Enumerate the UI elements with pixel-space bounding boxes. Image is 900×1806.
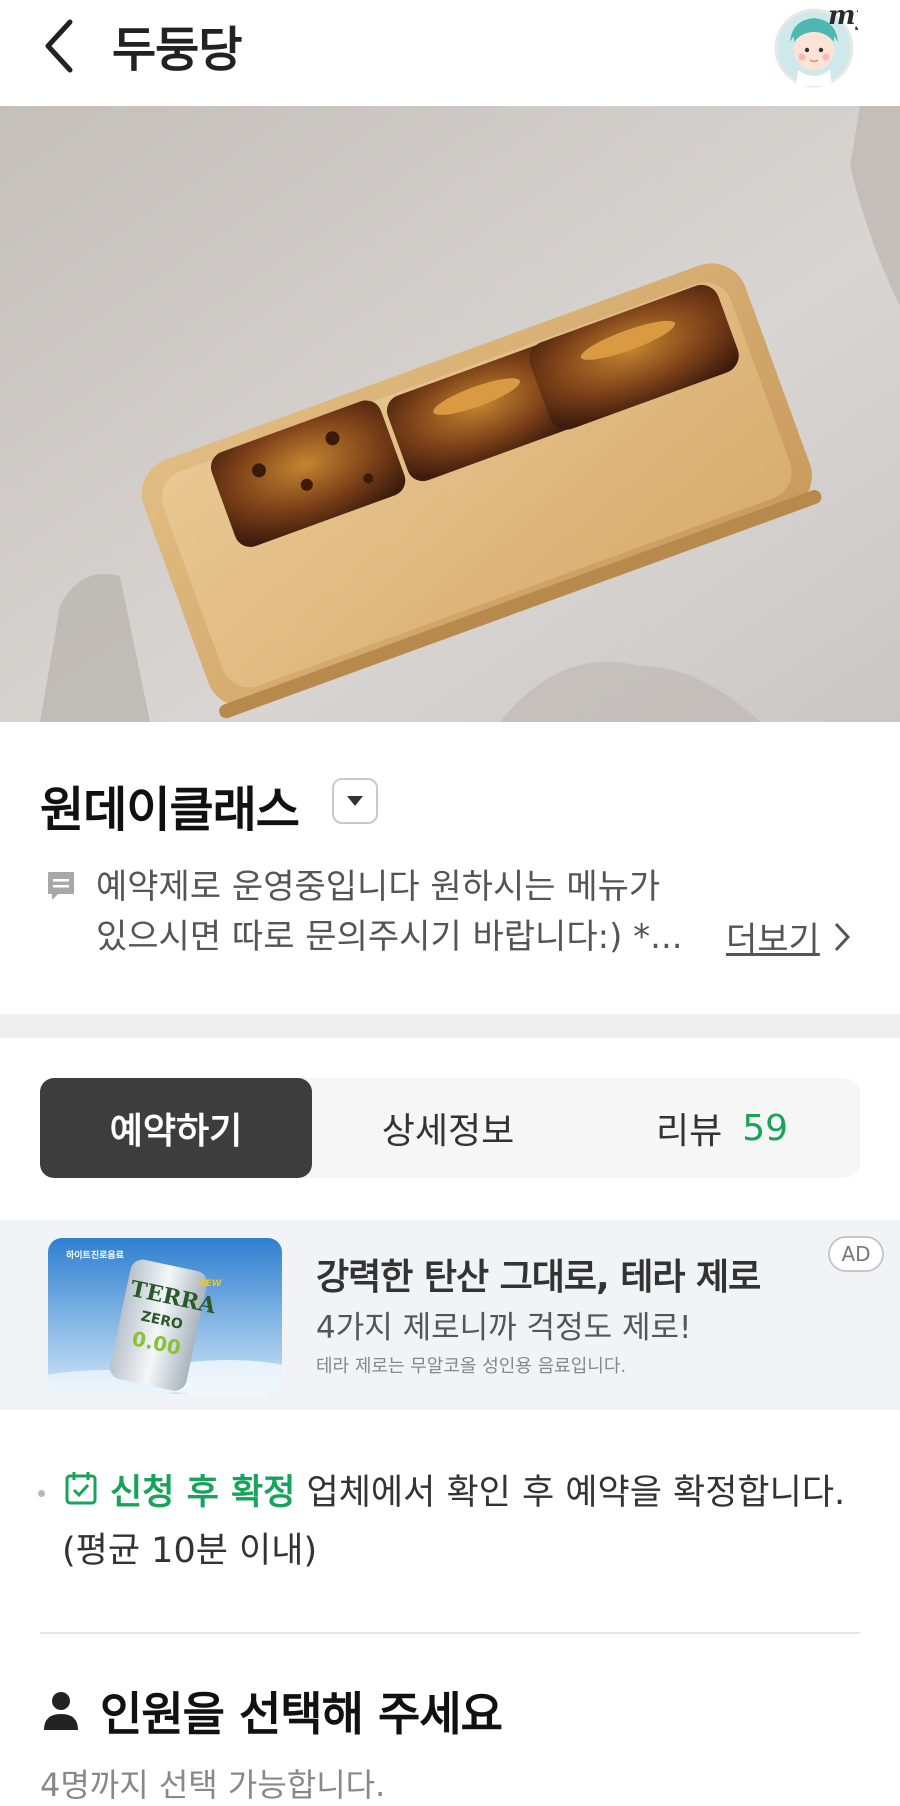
shop-hero-image — [0, 106, 900, 722]
ad-badge[interactable]: AD — [828, 1236, 884, 1272]
tab-label: 예약하기 — [109, 1111, 243, 1152]
notice-line-1: 예약제로 운영중입니다 원하시는 메뉴가 — [96, 867, 661, 907]
people-section-title: 인원을 선택해 주세요 — [100, 1687, 503, 1741]
people-section-subtitle: 4명까지 선택 가능합니다. — [40, 1766, 386, 1804]
tab-label: 리뷰 — [655, 1111, 723, 1152]
ad-image-tag: NEW — [198, 1279, 223, 1289]
shop-notice: 예약제로 운영중입니다 원하시는 메뉴가 있으시면 따로 문의주시기 바랍니다:… — [96, 862, 716, 962]
tab-label: 상세정보 — [381, 1111, 515, 1152]
ad-image-brand: 하이트진로음료 — [66, 1249, 125, 1261]
ad-title: 강력한 탄산 그대로, 테라 제로 — [316, 1257, 761, 1298]
confirm-text: 신청 후 확정 업체에서 확인 후 예약을 확정합니다. — [110, 1464, 845, 1515]
person-icon — [42, 1690, 80, 1732]
review-count: 59 — [742, 1107, 789, 1149]
dropdown-arrow-icon[interactable] — [332, 778, 378, 824]
tab-bar: 예약하기 상세정보 리뷰 59 — [40, 1078, 860, 1178]
ad-subtitle: 4가지 제로니까 걱정도 제로! — [316, 1310, 692, 1346]
tab-reviews[interactable]: 리뷰 59 — [584, 1078, 860, 1178]
calendar-check-icon — [64, 1470, 98, 1506]
notice-line-2: 있으시면 따로 문의주시기 바랍니다:) *... — [96, 917, 683, 957]
confirm-average-time: (평균 10분 이내) — [62, 1531, 318, 1571]
avatar-label: my — [828, 2, 858, 31]
shop-name: 원데이클래스 — [40, 782, 300, 838]
confirm-tag: 신청 후 확정 — [110, 1473, 296, 1513]
divider — [40, 1632, 860, 1634]
tab-details[interactable]: 상세정보 — [312, 1078, 584, 1178]
ad-image[interactable]: 하이트진로음료 TERRA ZERO 0.00 NEW — [48, 1238, 282, 1394]
top-app-bar: 두둥당 my — [0, 0, 900, 106]
reservation-confirm-info: 신청 후 확정 업체에서 확인 후 예약을 확정합니다. (평균 10분 이내) — [0, 1456, 900, 1586]
back-arrow-icon[interactable] — [38, 16, 88, 76]
my-profile-avatar[interactable]: my — [772, 1, 873, 88]
shop-info-section: 원데이클래스 예약제로 운영중입니다 원하시는 메뉴가 있으시면 따로 문의주시… — [0, 722, 900, 1014]
notice-icon — [46, 870, 76, 902]
tab-reservation[interactable]: 예약하기 — [40, 1078, 312, 1178]
page-title: 두둥당 — [112, 22, 242, 78]
ad-note: 테라 제로는 무알코올 성인용 음료입니다. — [316, 1356, 627, 1377]
more-link[interactable]: 더보기 — [726, 912, 820, 961]
confirm-description: 업체에서 확인 후 예약을 확정합니다. — [306, 1473, 846, 1513]
section-divider — [0, 1014, 900, 1038]
chevron-right-icon[interactable] — [832, 920, 852, 954]
ad-banner[interactable]: 하이트진로음료 TERRA ZERO 0.00 NEW 강력한 탄산 그대로, … — [0, 1220, 900, 1410]
bullet-dot — [38, 1490, 45, 1497]
